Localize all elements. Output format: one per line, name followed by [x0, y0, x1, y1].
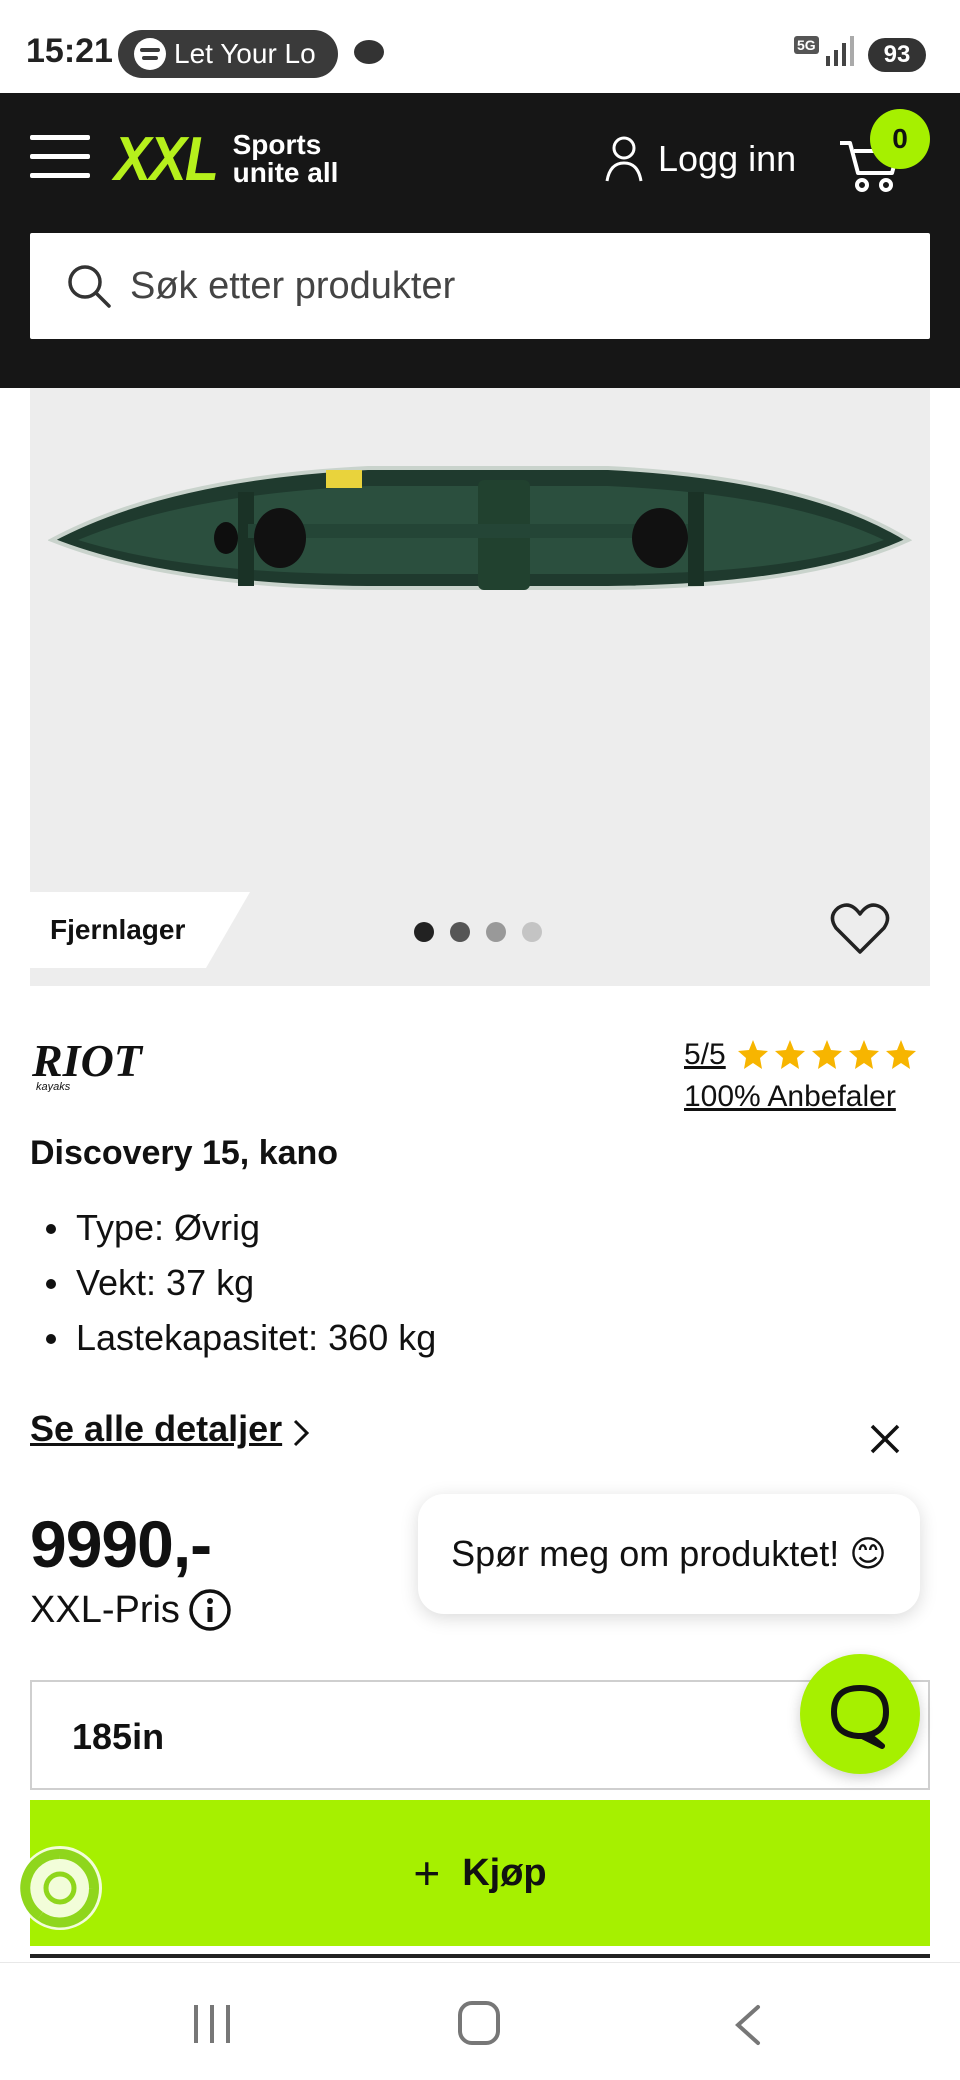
search-icon	[68, 265, 111, 308]
chevron-right-icon	[293, 1419, 310, 1447]
spec-item: Type: Øvrig	[30, 1200, 436, 1255]
hamburger-menu-button[interactable]	[30, 133, 90, 181]
media-pill-text: Let Your Lo	[174, 38, 316, 69]
cart-count-badge: 0	[870, 109, 930, 169]
battery-indicator: 93	[868, 38, 926, 72]
info-icon[interactable]	[188, 1588, 232, 1632]
search-input[interactable]	[130, 264, 890, 308]
recycle-badge-icon[interactable]	[16, 1844, 104, 1932]
size-selector[interactable]: 185in	[30, 1680, 930, 1790]
back-icon[interactable]	[732, 2003, 762, 2047]
selected-size: 185in	[72, 1716, 165, 1757]
logo-wordmark: XXL	[114, 124, 219, 194]
xxl-logo[interactable]: XXL Sports unite all	[114, 125, 339, 194]
buy-button-label: Kjøp	[462, 1851, 547, 1894]
system-nav-bar	[0, 1962, 960, 2080]
login-label: Logg inn	[658, 138, 797, 179]
logo-tagline: Sports unite all	[233, 131, 339, 187]
spotify-icon	[134, 38, 166, 70]
message-icon	[354, 40, 384, 64]
divider	[30, 1954, 930, 1958]
gallery-pagination[interactable]	[414, 922, 542, 942]
rating-score[interactable]: 5/5	[684, 1038, 726, 1072]
svg-text:kayaks: kayaks	[36, 1081, 71, 1092]
status-bar: 15:21 Let Your Lo 5G 93	[0, 0, 960, 93]
product-specs: Type: Øvrig Vekt: 37 kg Lastekapasitet: …	[30, 1200, 436, 1365]
gallery-dot[interactable]	[522, 922, 542, 942]
site-header: XXL Sports unite all Logg inn 0	[0, 93, 960, 388]
search-bar[interactable]	[30, 233, 930, 339]
recent-apps-button[interactable]	[194, 2005, 234, 2043]
logo-tagline-line2: unite all	[232, 157, 339, 188]
product-image-gallery[interactable]: Fjernlager	[30, 388, 930, 986]
brand-logo[interactable]: RIOT kayaks	[30, 1035, 176, 1097]
spec-item: Vekt: 37 kg	[30, 1255, 436, 1310]
spec-item: Lastekapasitet: 360 kg	[30, 1310, 436, 1365]
chat-icon	[831, 1685, 889, 1749]
gallery-dot[interactable]	[414, 922, 434, 942]
gallery-dot[interactable]	[486, 922, 506, 942]
buy-button[interactable]: + Kjøp	[30, 1800, 930, 1946]
riot-logo: RIOT kayaks	[31, 1035, 144, 1093]
price-label: XXL-Pris	[30, 1588, 232, 1632]
signal-icon	[826, 36, 854, 66]
logo-tagline-line1: Sports	[232, 129, 322, 160]
close-icon[interactable]	[868, 1422, 902, 1456]
gallery-dot[interactable]	[450, 922, 470, 942]
product-title: Discovery 15, kano	[30, 1134, 339, 1172]
price-label-text: XXL-Pris	[30, 1588, 180, 1631]
see-all-details-link[interactable]: Se alle detaljer	[30, 1408, 282, 1450]
product-image	[48, 466, 912, 590]
home-button[interactable]	[458, 2001, 500, 2045]
media-pill[interactable]: Let Your Lo	[118, 30, 338, 78]
stock-badge-label: Fjernlager	[50, 914, 186, 945]
network-label: 5G	[794, 36, 819, 54]
heart-icon[interactable]	[830, 900, 890, 956]
user-icon	[605, 136, 643, 182]
chat-prompt-bubble[interactable]: Spør meg om produktet! 😊	[418, 1494, 920, 1614]
rating-stars	[738, 1040, 917, 1069]
plus-icon: +	[413, 1847, 441, 1899]
product-price: 9990,-	[30, 1507, 212, 1581]
status-time: 15:21	[26, 32, 113, 70]
chat-button[interactable]	[800, 1654, 920, 1774]
login-button[interactable]: Logg inn	[604, 131, 796, 187]
recommend-link[interactable]: 100% Anbefaler	[684, 1080, 930, 1114]
svg-text:RIOT: RIOT	[31, 1036, 144, 1086]
rating-summary[interactable]: 5/5 100% Anbefaler	[684, 1038, 930, 1114]
